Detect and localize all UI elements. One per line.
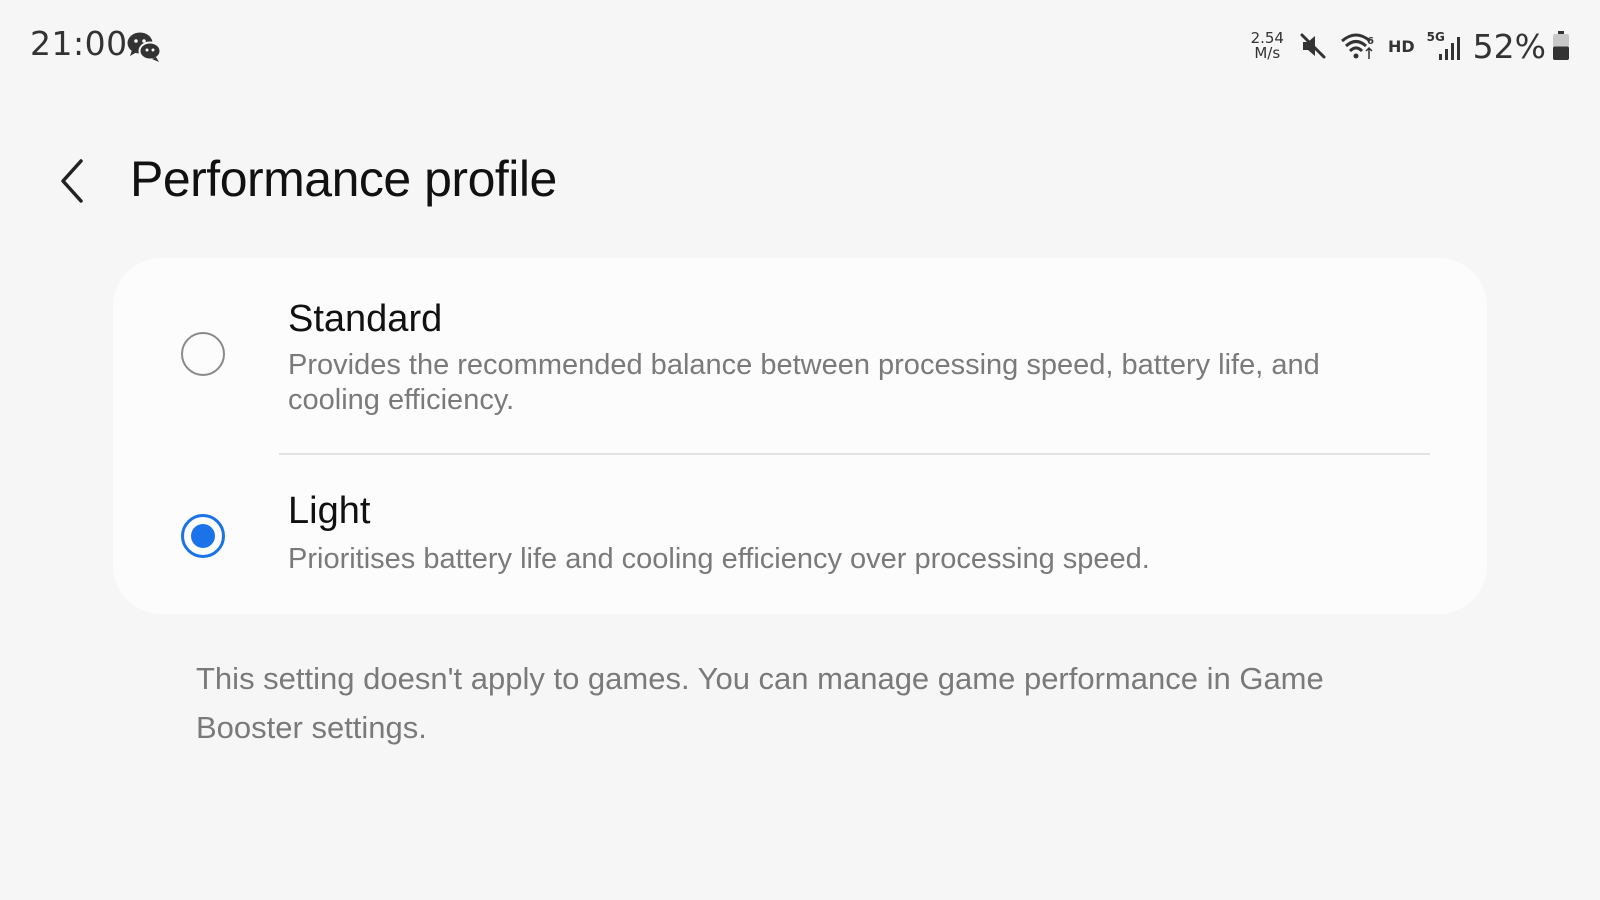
profile-options-card: Standard Provides the recommended balanc… <box>113 258 1487 614</box>
option-light[interactable]: Light Prioritises battery life and cooli… <box>113 454 1487 614</box>
signal-icon <box>1435 34 1463 67</box>
option-title: Standard <box>288 298 443 340</box>
option-description: Prioritises battery life and cooling eff… <box>288 543 1150 575</box>
battery-percent: 52% <box>1472 26 1546 66</box>
radio-light[interactable] <box>181 514 225 558</box>
network-speed: 2.54 M/s <box>1251 31 1284 61</box>
chevron-left-icon <box>57 158 87 209</box>
radio-standard[interactable] <box>181 332 225 376</box>
hd-voice-label: HD <box>1387 36 1415 56</box>
wifi-6-icon: 6 <box>1340 31 1376 61</box>
mute-icon <box>1298 31 1328 61</box>
back-button[interactable] <box>52 158 92 209</box>
svg-text:6: 6 <box>1367 36 1374 47</box>
radio-selected-dot <box>191 524 215 548</box>
network-speed-unit: M/s <box>1254 44 1281 62</box>
status-bar: 21:00 2.54 M/s 6 HD 5G 52% <box>0 0 1600 92</box>
signal-indicator: 5G <box>1427 30 1463 62</box>
option-title: Light <box>288 490 371 532</box>
option-standard[interactable]: Standard Provides the recommended balanc… <box>113 258 1487 454</box>
status-indicators: 2.54 M/s 6 HD 5G 52% <box>1251 26 1570 66</box>
battery-icon <box>1552 31 1570 61</box>
status-time: 21:00 <box>30 24 128 63</box>
page-title: Performance profile <box>130 151 557 207</box>
wechat-icon <box>126 30 162 64</box>
option-description: Provides the recommended balance between… <box>288 349 1320 416</box>
footnote-text: This setting doesn't apply to games. You… <box>196 661 1324 745</box>
